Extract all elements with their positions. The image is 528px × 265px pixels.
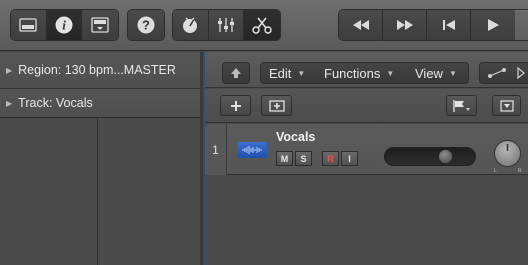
- automation-curve-icon: [488, 66, 525, 80]
- record-enable-button[interactable]: R: [322, 151, 339, 166]
- toolbar-panel-icon: [91, 17, 109, 33]
- functions-menu[interactable]: Functions ▼: [316, 62, 408, 84]
- rewind-icon: [352, 20, 369, 30]
- fast-forward-button[interactable]: [383, 10, 427, 40]
- menu-arrow-icon: ▼: [386, 68, 395, 78]
- rewind-button[interactable]: [339, 10, 383, 40]
- help-button[interactable]: ?: [128, 10, 164, 40]
- fast-forward-icon: [396, 20, 413, 30]
- functions-menu-label: Functions: [324, 65, 381, 81]
- metronome-button[interactable]: [173, 10, 209, 40]
- pan-right-label: R: [518, 168, 522, 174]
- menu-arrow-icon: ▼: [297, 68, 306, 78]
- inspector-divider: [97, 118, 98, 265]
- automation-button[interactable]: [479, 62, 528, 84]
- duplicate-track-button[interactable]: [261, 95, 292, 116]
- audio-waveform-icon: [237, 142, 267, 158]
- editors-button[interactable]: [244, 10, 280, 40]
- volume-fader[interactable]: [384, 147, 476, 166]
- flag-button[interactable]: [446, 95, 477, 116]
- mute-button[interactable]: M: [276, 151, 293, 166]
- empty-tracks-area: [205, 176, 528, 265]
- track-number: 1: [205, 124, 227, 175]
- editors-scissors-icon: [252, 17, 272, 34]
- track-header-dropdown[interactable]: [492, 95, 521, 116]
- back-button[interactable]: [222, 62, 250, 84]
- track-row[interactable]: 1 Vocals M S R I L R: [205, 124, 528, 175]
- plus-icon: [230, 100, 241, 111]
- flag-icon: [452, 99, 470, 112]
- track-inspector-header[interactable]: ▶ Track: Vocals: [0, 89, 203, 118]
- tracks-area: Edit ▼ Functions ▼ View ▼ 1 Vocals M S R…: [204, 52, 528, 265]
- inspector-edge: [200, 52, 203, 265]
- view-button-group: i: [10, 9, 119, 41]
- dropdown-triangle-icon: [499, 99, 514, 112]
- transport-group: [338, 9, 528, 41]
- tracks-toolbar: Edit ▼ Functions ▼ View ▼: [205, 52, 528, 88]
- go-to-start-button[interactable]: [427, 10, 471, 40]
- inspector-button[interactable]: i: [46, 10, 83, 40]
- mixer-sliders-icon: [218, 18, 234, 32]
- inspector-body: [0, 118, 203, 265]
- toolbar-button[interactable]: [82, 10, 118, 40]
- disclosure-triangle-icon: ▶: [6, 65, 13, 75]
- play-icon: [488, 19, 499, 31]
- metronome-icon: [183, 17, 198, 33]
- solo-button[interactable]: S: [295, 151, 312, 166]
- duplicate-track-icon: [268, 99, 285, 112]
- library-icon: [19, 18, 37, 32]
- mode-button-group: [172, 9, 281, 41]
- help-question-icon: ?: [137, 16, 155, 34]
- play-button[interactable]: [471, 10, 515, 40]
- edit-menu[interactable]: Edit ▼: [260, 62, 317, 84]
- view-menu-label: View: [415, 65, 443, 81]
- control-bar: i ?: [0, 0, 528, 51]
- library-button[interactable]: [11, 10, 47, 40]
- track-header-toolbar: [205, 89, 528, 123]
- input-monitor-button[interactable]: I: [341, 151, 358, 166]
- menu-arrow-icon: ▼: [448, 68, 457, 78]
- svg-text:?: ?: [142, 18, 150, 33]
- svg-text:i: i: [62, 18, 66, 33]
- go-to-start-icon: [442, 20, 455, 30]
- mixer-button[interactable]: [208, 10, 245, 40]
- edit-menu-label: Edit: [269, 65, 292, 81]
- track-name[interactable]: Vocals: [276, 130, 315, 144]
- pan-knob[interactable]: [494, 140, 521, 167]
- inspector-info-icon: i: [55, 16, 73, 34]
- up-arrow-icon: [231, 68, 241, 78]
- disclosure-triangle-icon: ▶: [6, 98, 13, 108]
- region-label: Region: 130 bpm...MASTER: [18, 63, 176, 77]
- view-menu[interactable]: View ▼: [407, 62, 469, 84]
- track-label: Track: Vocals: [18, 96, 93, 110]
- pan-left-label: L: [494, 168, 497, 174]
- inspector-panel: ▶ Region: 130 bpm...MASTER ▶ Track: Voca…: [0, 52, 203, 265]
- region-inspector-header[interactable]: ▶ Region: 130 bpm...MASTER: [0, 52, 203, 89]
- help-button-group: ?: [127, 9, 165, 41]
- volume-fader-knob[interactable]: [437, 149, 453, 164]
- add-track-button[interactable]: [220, 95, 251, 116]
